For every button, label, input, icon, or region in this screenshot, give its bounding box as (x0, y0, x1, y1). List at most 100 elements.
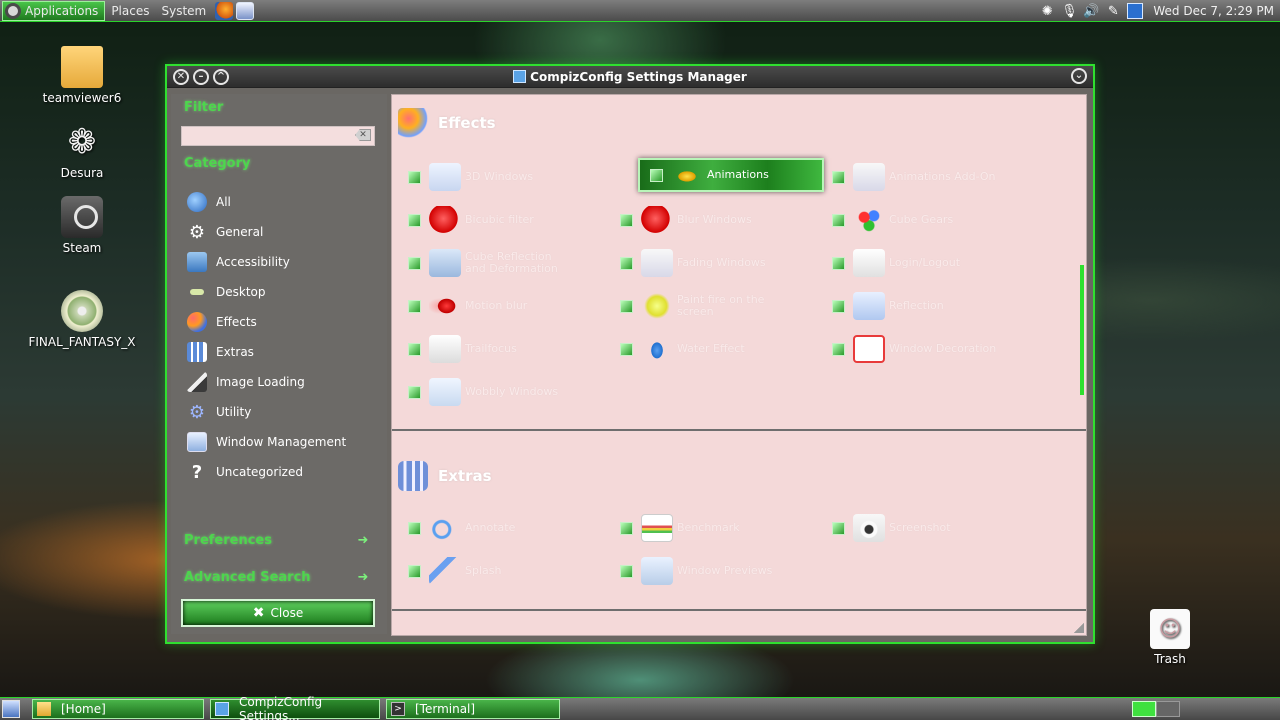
desktop-icon-final-fantasy-x[interactable]: FINAL_FANTASY_X (27, 290, 137, 349)
category-item-accessibility[interactable]: Accessibility (187, 247, 377, 277)
plugin-bicubic-filter[interactable]: Bicubic filter (392, 203, 602, 237)
plugin-water-effect[interactable]: Water Effect (604, 332, 814, 366)
window-menu-icon[interactable]: ⌄ (1071, 68, 1087, 84)
maximize-window-icon[interactable]: ^ (213, 68, 229, 85)
plugin-wobbly-windows[interactable]: Wobbly Windows (392, 375, 602, 409)
plugin-splash[interactable]: Splash (392, 554, 602, 588)
show-desktop-icon[interactable] (2, 700, 20, 718)
plugin-checkbox[interactable] (408, 256, 421, 270)
plugin-benchmark[interactable]: Benchmark (604, 511, 814, 545)
plugin-checkbox[interactable] (620, 342, 633, 356)
preferences-link[interactable]: Preferences ➜ (184, 529, 374, 551)
mail-launcher-icon[interactable] (236, 1, 255, 20)
plugin-cube-gears[interactable]: Cube Gears (816, 203, 1026, 237)
category-item-uncategorized[interactable]: ? Uncategorized (187, 457, 377, 487)
plugin-window-previews[interactable]: Window Previews (604, 554, 814, 588)
system-menu[interactable]: System (155, 0, 212, 22)
close-button[interactable]: ✖ Close (181, 599, 375, 627)
microphone-icon[interactable]: 🎙 (1061, 3, 1078, 19)
plugin-checkbox[interactable] (832, 256, 845, 270)
filter-input[interactable] (181, 126, 375, 146)
plugin-checkbox[interactable] (408, 521, 421, 535)
clock[interactable]: Wed Dec 7, 2:29 PM (1153, 4, 1274, 18)
workspace-1[interactable] (1132, 701, 1156, 717)
plugin-label: Bicubic filter (465, 213, 534, 226)
plugin-login-logout[interactable]: Login/Logout (816, 246, 1026, 280)
plugin-trailfocus[interactable]: Trailfocus (392, 332, 602, 366)
plugin-window-decoration[interactable]: Window Decoration (816, 332, 1026, 366)
resize-grip[interactable] (1074, 623, 1084, 633)
plugin-paint-fire[interactable]: Paint fire on the screen (604, 289, 814, 323)
category-item-extras[interactable]: Extras (187, 337, 377, 367)
desktop-icon-teamviewer6[interactable]: teamviewer6 (27, 46, 137, 105)
plugin-screenshot[interactable]: Screenshot (816, 511, 1026, 545)
blur-icon (641, 206, 673, 234)
plugin-checkbox[interactable] (620, 299, 633, 313)
places-menu[interactable]: Places (105, 0, 155, 22)
close-window-icon[interactable]: ✕ (173, 68, 189, 85)
desktop-icon-label: Desura (60, 166, 104, 180)
plugin-label: Splash (465, 564, 502, 577)
volume-icon[interactable]: 🔊 (1083, 3, 1099, 19)
category-item-desktop[interactable]: Desktop (187, 277, 377, 307)
close-button-label: Close (270, 606, 304, 620)
plugin-3d-windows[interactable]: 3D Windows (392, 160, 602, 194)
network-icon[interactable] (1127, 3, 1144, 19)
plugin-reflection[interactable]: Reflection (816, 289, 1026, 323)
plugin-checkbox[interactable] (620, 521, 633, 535)
plugin-annotate[interactable]: Annotate (392, 511, 602, 545)
splash-icon (429, 557, 461, 585)
plugin-checkbox[interactable] (408, 213, 421, 227)
plugin-checkbox[interactable] (620, 564, 633, 578)
plugin-checkbox[interactable] (832, 213, 845, 227)
plugin-checkbox[interactable] (832, 170, 845, 184)
question-icon: ? (191, 461, 203, 483)
group-title: Effects (438, 114, 496, 132)
plugin-checkbox[interactable] (832, 521, 845, 535)
category-item-general[interactable]: ⚙ General (187, 217, 377, 247)
plugin-checkbox[interactable] (832, 342, 845, 356)
plugin-motion-blur[interactable]: Motion blur (392, 289, 602, 323)
tool-icon[interactable]: ✎ (1105, 3, 1121, 19)
plugin-checkbox[interactable] (832, 299, 845, 313)
task-terminal[interactable]: > [Terminal] (386, 699, 560, 719)
terminal-icon: > (391, 702, 405, 716)
plugin-checkbox[interactable] (408, 385, 421, 399)
plugin-blur-windows[interactable]: Blur Windows (604, 203, 814, 237)
desktop-icon-trash[interactable]: ☺ Trash (1115, 609, 1225, 666)
plugin-checkbox[interactable] (408, 564, 421, 578)
firefox-launcher-icon[interactable] (215, 1, 234, 20)
minimize-window-icon[interactable]: – (193, 68, 209, 85)
plugin-checkbox[interactable] (620, 213, 633, 227)
applications-menu[interactable]: Applications (2, 0, 106, 21)
advanced-search-link[interactable]: Advanced Search ➜ (184, 566, 374, 588)
category-item-effects[interactable]: Effects (187, 307, 377, 337)
desktop-icon-steam[interactable]: Steam (27, 196, 137, 255)
steam-tray-icon[interactable]: ✺ (1039, 3, 1055, 19)
plugin-checkbox[interactable] (408, 342, 421, 356)
plugin-cube-reflection[interactable]: Cube Reflection and Deformation (392, 246, 602, 280)
category-item-image-loading[interactable]: Image Loading (187, 367, 377, 397)
desktop-icon-desura[interactable]: ❁ Desura (27, 121, 137, 180)
plugin-checkbox[interactable] (620, 256, 633, 270)
task-ccsm[interactable]: CompizConfig Settings... (210, 695, 380, 720)
workspace-2[interactable] (1156, 701, 1180, 717)
sidebar: Filter ✕ Category All ⚙ General Accessib… (171, 94, 387, 634)
plugin-fading-windows[interactable]: Fading Windows (604, 246, 814, 280)
plugin-checkbox[interactable] (650, 168, 663, 182)
category-item-label: Desktop (216, 285, 266, 299)
category-item-label: Uncategorized (216, 465, 303, 479)
task-home[interactable]: [Home] (32, 699, 204, 719)
arrow-right-icon: ➜ (357, 569, 369, 585)
plugin-animations[interactable]: Animations (638, 158, 824, 192)
category-item-all[interactable]: All (187, 187, 377, 217)
plugin-animations-addon[interactable]: Animations Add-On (816, 160, 1026, 194)
category-item-label: Accessibility (216, 255, 290, 269)
plugin-checkbox[interactable] (408, 299, 421, 313)
plugin-checkbox[interactable] (408, 170, 421, 184)
window-titlebar[interactable]: ✕ – ^ CompizConfig Settings Manager ⌄ (167, 66, 1093, 88)
category-item-window-management[interactable]: Window Management (187, 427, 377, 457)
scrollbar[interactable] (1080, 265, 1084, 395)
category-item-utility[interactable]: ⚙ Utility (187, 397, 377, 427)
wobbly-icon (429, 378, 461, 406)
